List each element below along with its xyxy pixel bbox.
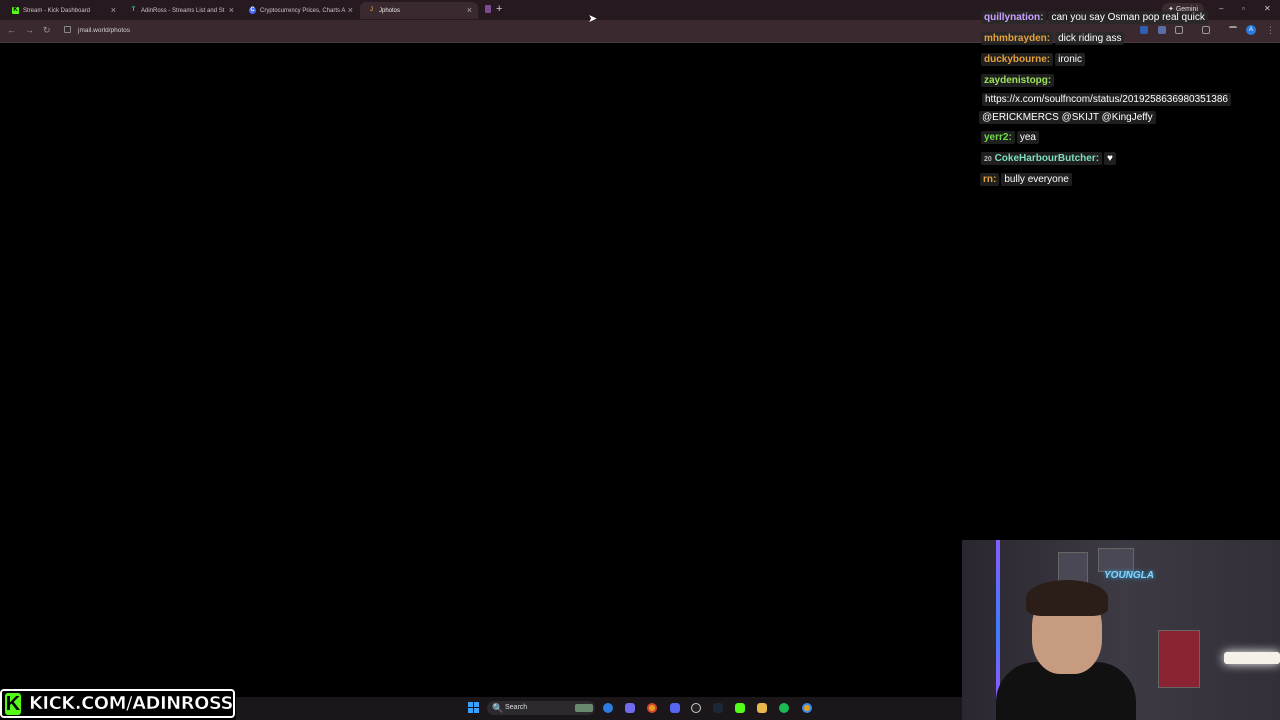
search-icon: 🔍 — [492, 703, 504, 713]
tab-jphotos[interactable]: J Jphotos × — [360, 2, 478, 19]
reload-icon[interactable]: ↻ — [43, 25, 51, 36]
menu-icon[interactable] — [1229, 26, 1237, 36]
tab-cryptocurrency[interactable]: C Cryptocurrency Prices, Charts A × — [241, 2, 359, 19]
jmail-favicon-icon: J — [369, 7, 374, 13]
chat-username: mhmbrayden: — [981, 32, 1054, 45]
desk-lamp — [1224, 652, 1280, 664]
chat-username: duckybourne: — [981, 53, 1054, 66]
taskbar-search[interactable]: 🔍 Search — [487, 701, 595, 715]
steam-icon[interactable] — [713, 703, 723, 713]
kick-favicon-icon: K — [12, 7, 19, 14]
kick-channel-text: KICK.COM/ADINROSS — [28, 693, 234, 715]
chat-link[interactable]: https://x.com/soulfncom/status/201925863… — [982, 93, 1231, 106]
chat-text: dick riding ass — [1055, 32, 1125, 45]
tab-adinross-streams[interactable]: T AdinRoss - Streams List and St × — [122, 2, 240, 19]
chat-username-text: CokeHarbourButcher: — [994, 153, 1100, 164]
tracker-favicon-icon: T — [131, 7, 136, 13]
sub-badge: 20 — [984, 156, 992, 163]
back-icon[interactable]: ← — [7, 25, 16, 35]
chat-message: rn: bully everyone — [980, 173, 1072, 186]
new-tab-icon[interactable]: + — [496, 3, 502, 15]
more-options-icon[interactable]: ⋮ — [1266, 25, 1275, 36]
wall-poster — [1158, 630, 1200, 688]
chat-username: quillynation: — [981, 11, 1047, 24]
extension-icon[interactable] — [1158, 26, 1166, 34]
chat-text: can you say Osman pop real quick — [1048, 11, 1208, 24]
coin-favicon-icon: C — [249, 7, 256, 14]
close-icon[interactable]: × — [229, 5, 234, 15]
chrome-active-icon[interactable] — [802, 703, 812, 713]
tab-title: Stream - Kick Dashboard — [23, 7, 91, 14]
close-icon[interactable]: × — [348, 5, 353, 15]
edge-icon[interactable] — [603, 703, 613, 713]
chat-message: zaydenistopg: — [981, 74, 1055, 87]
tab-title: Cryptocurrency Prices, Charts A — [260, 7, 346, 14]
chat-message: 20 CokeHarbourButcher: ♥ — [981, 152, 1116, 165]
minimize-icon[interactable]: – — [1219, 4, 1223, 13]
copilot-icon[interactable] — [625, 703, 635, 713]
chat-username: 20 CokeHarbourButcher: — [981, 152, 1103, 165]
search-label: Search — [505, 704, 528, 711]
extensions-puzzle-icon[interactable] — [1175, 26, 1183, 34]
windows-taskbar — [236, 697, 962, 720]
wall-frame — [1098, 548, 1134, 572]
chat-username: yerr2: — [981, 131, 1015, 144]
maximize-icon[interactable]: ▫ — [1242, 4, 1245, 13]
emote-icon: ♥ — [1104, 152, 1116, 165]
streamer-hair — [1026, 580, 1108, 616]
chat-mentions: @ERICKMERCS @SKIJT @KingJeffy — [979, 111, 1156, 124]
chat-text: bully everyone — [1001, 173, 1072, 186]
chat-username: rn: — [980, 173, 1000, 186]
profile-avatar[interactable]: A — [1246, 25, 1256, 35]
site-info-icon[interactable] — [64, 26, 71, 33]
extension-icon[interactable] — [1140, 26, 1148, 34]
close-icon[interactable]: × — [467, 5, 472, 15]
tab-kick-dashboard[interactable]: K Stream - Kick Dashboard × — [4, 2, 122, 19]
close-window-icon[interactable]: ✕ — [1264, 4, 1271, 13]
discord-icon[interactable] — [670, 703, 680, 713]
chat-message: quillynation: can you say Osman pop real … — [981, 11, 1208, 24]
obs-icon[interactable] — [691, 703, 701, 713]
tab-group-marker[interactable] — [485, 5, 491, 13]
windows-start-icon[interactable] — [468, 702, 480, 714]
tab-title: AdinRoss - Streams List and St — [141, 7, 225, 14]
chat-text: ironic — [1055, 53, 1086, 66]
kick-logo-icon: K — [5, 692, 21, 715]
close-icon[interactable]: × — [111, 5, 116, 15]
url-field[interactable]: jmail.world/photos — [78, 27, 130, 34]
neon-sign: YOUNGLA — [1104, 570, 1154, 581]
kick-banner: K KICK.COM/ADINROSS — [0, 689, 235, 718]
kick-icon[interactable] — [735, 703, 745, 713]
chat-username: zaydenistopg: — [981, 74, 1055, 87]
search-highlight-image — [575, 704, 593, 712]
tab-title: Jphotos — [379, 7, 401, 14]
chat-message: yerr2: yea — [981, 131, 1039, 144]
webcam-feed: YOUNGLA — [962, 540, 1280, 720]
chat-text: yea — [1016, 131, 1039, 144]
chrome-icon[interactable] — [647, 703, 657, 713]
folder-icon[interactable] — [757, 703, 767, 713]
sidepanel-icon[interactable] — [1202, 26, 1210, 34]
forward-icon[interactable]: → — [25, 25, 34, 35]
chat-message: duckybourne: ironic — [981, 53, 1086, 66]
spotify-icon[interactable] — [779, 703, 789, 713]
chat-message: mhmbrayden: dick riding ass — [981, 32, 1125, 45]
mouse-cursor-icon: ➤ — [588, 13, 598, 25]
